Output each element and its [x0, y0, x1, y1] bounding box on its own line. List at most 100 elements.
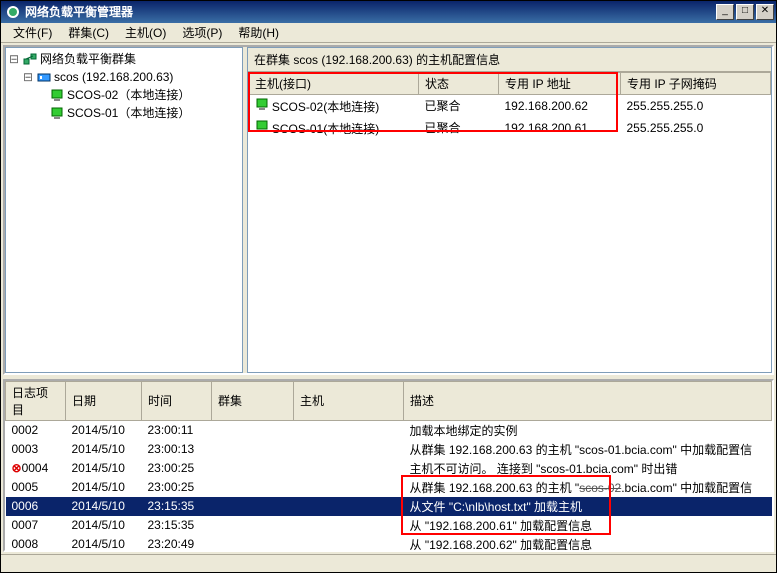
table-row[interactable]: 00062014/5/1023:15:35 从文件 "C:\nlb\host.tx…: [6, 497, 772, 516]
cell-time: 23:15:35: [142, 516, 212, 535]
cell-mask: 255.255.255.0: [621, 94, 771, 117]
cell-desc: 从文件 "C:\nlb\host.txt" 加载主机: [404, 497, 772, 516]
cell-cluster: [212, 516, 294, 535]
host-table: 主机(接口) 状态 专用 IP 地址 专用 IP 子网掩码 SCOS-02(本地…: [248, 72, 771, 139]
cell-time: 23:00:13: [142, 440, 212, 459]
cell-date: 2014/5/10: [66, 459, 142, 478]
cell-desc: 加载本地绑定的实例: [404, 420, 772, 440]
menu-cluster[interactable]: 群集(C): [60, 22, 117, 43]
cell-mask: 255.255.255.0: [621, 117, 771, 139]
menu-file[interactable]: 文件(F): [5, 22, 60, 43]
col-cluster[interactable]: 群集: [212, 381, 294, 420]
cell-dip: 192.168.200.61: [499, 117, 621, 139]
statusbar: [1, 554, 776, 572]
col-desc[interactable]: 描述: [404, 381, 772, 420]
minimize-button[interactable]: _: [716, 4, 734, 20]
cell-id: 0008: [6, 535, 66, 552]
cell-id: 0007: [6, 516, 66, 535]
cell-host: [294, 440, 404, 459]
cell-time: 23:00:11: [142, 420, 212, 440]
table-row[interactable]: ⊗00042014/5/1023:00:25 主机不可访问。 连接到 "scos-…: [6, 459, 772, 478]
menu-help[interactable]: 帮助(H): [230, 22, 287, 43]
cell-status: 已聚合: [419, 117, 499, 139]
window-title: 网络负载平衡管理器: [25, 3, 716, 20]
cell-id: 0003: [6, 440, 66, 459]
app-icon: [5, 4, 21, 20]
menu-options[interactable]: 选项(P): [174, 22, 230, 43]
table-row[interactable]: 00022014/5/1023:00:11 加载本地绑定的实例: [6, 420, 772, 440]
cell-host: [294, 535, 404, 552]
cluster-tree[interactable]: ⊟ 网络负载平衡群集 ⊟ scos (192.168.200.63): [5, 47, 243, 373]
host-icon: [255, 97, 269, 111]
cell-date: 2014/5/10: [66, 497, 142, 516]
menu-host[interactable]: 主机(O): [117, 22, 174, 43]
cell-desc: 从群集 192.168.200.63 的主机 "scos-02.bcia.com…: [404, 478, 772, 497]
table-row[interactable]: SCOS-01(本地连接) 已聚合 192.168.200.61 255.255…: [249, 117, 771, 139]
cell-cluster: [212, 440, 294, 459]
table-header-row: 日志项目 日期 时间 群集 主机 描述: [6, 381, 772, 420]
cell-date: 2014/5/10: [66, 420, 142, 440]
host-icon: [255, 119, 269, 133]
host-list-area[interactable]: 主机(接口) 状态 专用 IP 地址 专用 IP 子网掩码 SCOS-02(本地…: [248, 72, 771, 372]
close-button[interactable]: ✕: [756, 4, 774, 20]
cell-date: 2014/5/10: [66, 535, 142, 552]
log-table: 日志项目 日期 时间 群集 主机 描述 00022014/5/1023:00:1…: [5, 381, 772, 552]
titlebar[interactable]: 网络负载平衡管理器 _ □ ✕: [1, 1, 776, 23]
cell-cluster: [212, 497, 294, 516]
cell-date: 2014/5/10: [66, 478, 142, 497]
col-mask[interactable]: 专用 IP 子网掩码: [621, 72, 771, 94]
col-host[interactable]: 主机: [294, 381, 404, 420]
cell-id: ⊗0004: [6, 459, 66, 478]
cell-id: 0005: [6, 478, 66, 497]
tree-host-label[interactable]: SCOS-01（本地连接）: [67, 104, 190, 121]
cell-desc: 从 "192.168.200.62" 加载配置信息: [404, 535, 772, 552]
cell-host: [294, 459, 404, 478]
tree-cluster-label[interactable]: scos (192.168.200.63): [54, 70, 173, 84]
cell-date: 2014/5/10: [66, 440, 142, 459]
col-dip[interactable]: 专用 IP 地址: [499, 72, 621, 94]
cell-dip: 192.168.200.62: [499, 94, 621, 117]
cell-time: 23:00:25: [142, 478, 212, 497]
window-controls: _ □ ✕: [716, 4, 774, 20]
cell-time: 23:00:25: [142, 459, 212, 478]
collapse-icon[interactable]: ⊟: [22, 70, 34, 84]
tree-host-label[interactable]: SCOS-02（本地连接）: [67, 86, 190, 103]
table-header-row: 主机(接口) 状态 专用 IP 地址 专用 IP 子网掩码: [249, 72, 771, 94]
table-row[interactable]: 00032014/5/1023:00:13从群集 192.168.200.63 …: [6, 440, 772, 459]
table-row[interactable]: SCOS-02(本地连接) 已聚合 192.168.200.62 255.255…: [249, 94, 771, 117]
tree-root-label[interactable]: 网络负载平衡群集: [40, 50, 136, 67]
maximize-button[interactable]: □: [736, 4, 754, 20]
col-time[interactable]: 时间: [142, 381, 212, 420]
col-host[interactable]: 主机(接口): [249, 72, 419, 94]
host-list-caption: 在群集 scos (192.168.200.63) 的主机配置信息: [248, 48, 771, 72]
col-item[interactable]: 日志项目: [6, 381, 66, 420]
cell-status: 已聚合: [419, 94, 499, 117]
host-icon: [50, 88, 64, 102]
cell-time: 23:20:49: [142, 535, 212, 552]
log-pane[interactable]: 日志项目 日期 时间 群集 主机 描述 00022014/5/1023:00:1…: [3, 379, 774, 552]
cell-host: SCOS-01(本地连接): [272, 122, 379, 136]
table-row[interactable]: 00072014/5/1023:15:35从 "192.168.200.61" …: [6, 516, 772, 535]
cell-host: [294, 516, 404, 535]
cell-id: 0006: [6, 497, 66, 516]
collapse-icon[interactable]: ⊟: [8, 52, 20, 66]
cell-host: [294, 420, 404, 440]
cell-cluster: [212, 420, 294, 440]
col-status[interactable]: 状态: [419, 72, 499, 94]
cell-host: SCOS-02(本地连接): [272, 100, 379, 114]
cell-cluster: [212, 459, 294, 478]
cluster-icon: [37, 70, 51, 84]
cell-id: 0002: [6, 420, 66, 440]
cell-cluster: [212, 535, 294, 552]
cell-date: 2014/5/10: [66, 516, 142, 535]
table-row[interactable]: 00052014/5/1023:00:25 从群集 192.168.200.63 …: [6, 478, 772, 497]
cell-host: [294, 478, 404, 497]
error-icon: ⊗: [12, 461, 22, 475]
table-row[interactable]: 00082014/5/1023:20:49 从 "192.168.200.62" …: [6, 535, 772, 552]
menubar: 文件(F) 群集(C) 主机(O) 选项(P) 帮助(H): [1, 23, 776, 43]
cell-desc: 主机不可访问。 连接到 "scos-01.bcia.com" 时出错: [404, 459, 772, 478]
cell-time: 23:15:35: [142, 497, 212, 516]
col-date[interactable]: 日期: [66, 381, 142, 420]
content-area: ⊟ 网络负载平衡群集 ⊟ scos (192.168.200.63): [1, 43, 776, 554]
main-window: 网络负载平衡管理器 _ □ ✕ 文件(F) 群集(C) 主机(O) 选项(P) …: [1, 1, 776, 572]
